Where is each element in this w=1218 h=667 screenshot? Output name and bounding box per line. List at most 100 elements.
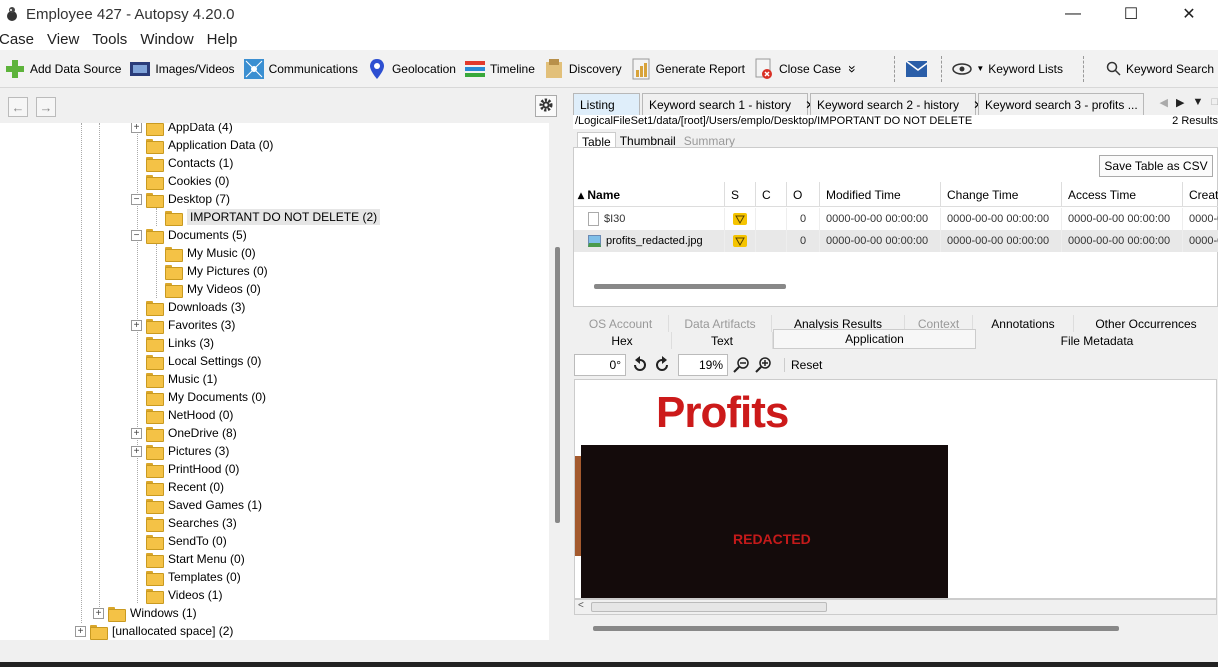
viewer-hscroll[interactable]: < xyxy=(574,599,1217,615)
generate-report-button[interactable]: Generate Report xyxy=(626,54,749,84)
tree-item[interactable]: Templates (0) xyxy=(131,568,241,586)
expand-icon[interactable]: + xyxy=(131,427,142,439)
tree-item[interactable]: + Pictures (3) xyxy=(131,442,229,460)
rotate-left-icon[interactable] xyxy=(630,355,650,375)
expand-icon[interactable]: + xyxy=(131,123,142,133)
keyword-lists-button[interactable]: ▼ Keyword Lists xyxy=(948,54,1067,84)
close-case-button[interactable]: Close Case xyxy=(749,54,845,84)
tree-item[interactable]: Downloads (3) xyxy=(131,298,245,316)
reset-button[interactable]: Reset xyxy=(784,358,822,372)
tab-application[interactable]: Application xyxy=(773,329,976,349)
rotation-field[interactable]: 0° xyxy=(574,354,626,376)
tree-item[interactable]: Application Data (0) xyxy=(131,136,273,154)
tree-item[interactable]: My Documents (0) xyxy=(131,388,266,406)
tree-item[interactable]: Music (1) xyxy=(131,370,217,388)
column-s[interactable]: S xyxy=(725,182,756,207)
tree-item[interactable]: Start Menu (0) xyxy=(131,550,245,568)
tree-item[interactable]: − Documents (5) xyxy=(131,226,247,244)
discovery-button[interactable]: Discovery xyxy=(539,54,626,84)
communications-button[interactable]: Communications xyxy=(239,54,362,84)
forward-button[interactable]: → xyxy=(36,97,56,117)
zoom-in-icon[interactable] xyxy=(754,355,774,375)
add-data-source-button[interactable]: Add Data Source xyxy=(0,54,125,84)
tree-item[interactable]: Contacts (1) xyxy=(131,154,233,172)
expand-icon[interactable]: + xyxy=(75,625,86,637)
timeline-button[interactable]: Timeline xyxy=(460,54,539,84)
table-row[interactable]: $I30 0 0000-00-00 00:00:00 0000-00-00 00… xyxy=(574,208,1218,230)
tree-item[interactable]: Videos (1) xyxy=(131,586,222,604)
menu-case[interactable]: Case xyxy=(0,31,41,48)
column-create-time[interactable]: Create xyxy=(1183,182,1218,207)
menu-help[interactable]: Help xyxy=(200,31,245,48)
keyword-search-button[interactable]: Keyword Search xyxy=(1102,54,1218,84)
tree-item[interactable]: Recent (0) xyxy=(131,478,224,496)
tree-item[interactable]: + [unallocated space] (2) xyxy=(75,622,233,640)
rotate-right-icon[interactable] xyxy=(652,355,672,375)
save-table-csv-button[interactable]: Save Table as CSV xyxy=(1099,155,1213,177)
settings-button[interactable] xyxy=(535,95,557,117)
tab-text[interactable]: Text xyxy=(672,332,773,349)
toolbar-overflow-button[interactable]: » xyxy=(838,61,868,77)
tab-other-occurrences[interactable]: Other Occurrences xyxy=(1074,315,1218,332)
images-videos-button[interactable]: Images/Videos xyxy=(125,54,238,84)
menu-window[interactable]: Window xyxy=(133,31,200,48)
tab-os-account[interactable]: OS Account xyxy=(573,315,669,332)
tree-item[interactable]: Searches (3) xyxy=(131,514,237,532)
menu-tools[interactable]: Tools xyxy=(85,31,134,48)
arrow-left-icon[interactable]: ◀ xyxy=(1160,96,1168,109)
column-change-time[interactable]: Change Time xyxy=(941,182,1062,207)
maximize-panel-icon[interactable]: □ xyxy=(1211,96,1218,109)
minimize-button[interactable]: — xyxy=(1044,0,1102,28)
tree-item[interactable]: My Videos (0) xyxy=(150,280,261,298)
tab-keyword-search-2[interactable]: Keyword search 2 - history✕ xyxy=(810,93,983,115)
tree-item[interactable]: My Pictures (0) xyxy=(150,262,268,280)
menu-view[interactable]: View xyxy=(40,31,86,48)
table-hscroll[interactable] xyxy=(594,284,786,289)
table-row[interactable]: profits_redacted.jpg 0 0000-00-00 00:00:… xyxy=(574,230,1218,252)
folder-icon xyxy=(146,318,164,334)
chevron-down-icon[interactable]: ▼ xyxy=(1192,96,1203,109)
back-button[interactable]: ← xyxy=(8,97,28,117)
tree-item[interactable]: Links (3) xyxy=(131,334,214,352)
column-access-time[interactable]: Access Time xyxy=(1062,182,1183,207)
tree-scrollbar[interactable] xyxy=(549,123,565,640)
zoom-out-icon[interactable] xyxy=(732,355,752,375)
tab-file-metadata[interactable]: File Metadata xyxy=(976,332,1218,349)
email-button[interactable] xyxy=(901,54,935,84)
tab-listing[interactable]: Listing xyxy=(573,93,640,115)
tab-hex[interactable]: Hex xyxy=(573,332,672,349)
column-o[interactable]: O xyxy=(787,182,820,207)
arrow-right-icon[interactable]: ▶ xyxy=(1176,96,1184,109)
collapse-icon[interactable]: − xyxy=(131,229,142,241)
arrow-left-icon[interactable]: < xyxy=(578,600,584,611)
tree-item[interactable]: Cookies (0) xyxy=(131,172,229,190)
expand-icon[interactable]: + xyxy=(131,445,142,457)
tab-annotations[interactable]: Annotations xyxy=(973,315,1074,332)
tree-item[interactable]: NetHood (0) xyxy=(131,406,233,424)
tree-item[interactable]: + Windows (1) xyxy=(93,604,197,622)
tree-item[interactable]: + AppData (4) xyxy=(131,123,233,136)
tree-item[interactable]: My Music (0) xyxy=(150,244,256,262)
column-c[interactable]: C xyxy=(756,182,787,207)
column-modified-time[interactable]: Modified Time xyxy=(820,182,941,207)
close-window-button[interactable]: ✕ xyxy=(1160,0,1218,28)
zoom-field[interactable]: 19% xyxy=(678,354,728,376)
geolocation-button[interactable]: Geolocation xyxy=(362,54,460,84)
column-name[interactable]: ▴ Name xyxy=(574,182,725,207)
tree-item[interactable]: + Favorites (3) xyxy=(131,316,235,334)
maximize-button[interactable]: ☐ xyxy=(1102,0,1160,28)
tab-keyword-search-1[interactable]: Keyword search 1 - history✕ xyxy=(642,93,815,115)
collapse-icon[interactable]: − xyxy=(131,193,142,205)
tab-keyword-search-3[interactable]: Keyword search 3 - profits ... xyxy=(978,93,1144,115)
tree-item[interactable]: PrintHood (0) xyxy=(131,460,239,478)
tree-item[interactable]: IMPORTANT DO NOT DELETE (2) xyxy=(150,208,381,226)
tree-item[interactable]: + OneDrive (8) xyxy=(131,424,237,442)
tree-item[interactable]: Local Settings (0) xyxy=(131,352,261,370)
tree-item[interactable]: SendTo (0) xyxy=(131,532,227,550)
panel-hscroll[interactable] xyxy=(593,626,1119,631)
tree-item[interactable]: Saved Games (1) xyxy=(131,496,262,514)
tree-item[interactable]: − Desktop (7) xyxy=(131,190,230,208)
expand-icon[interactable]: + xyxy=(131,319,142,331)
tab-data-artifacts[interactable]: Data Artifacts xyxy=(669,315,772,332)
expand-icon[interactable]: + xyxy=(93,607,104,619)
